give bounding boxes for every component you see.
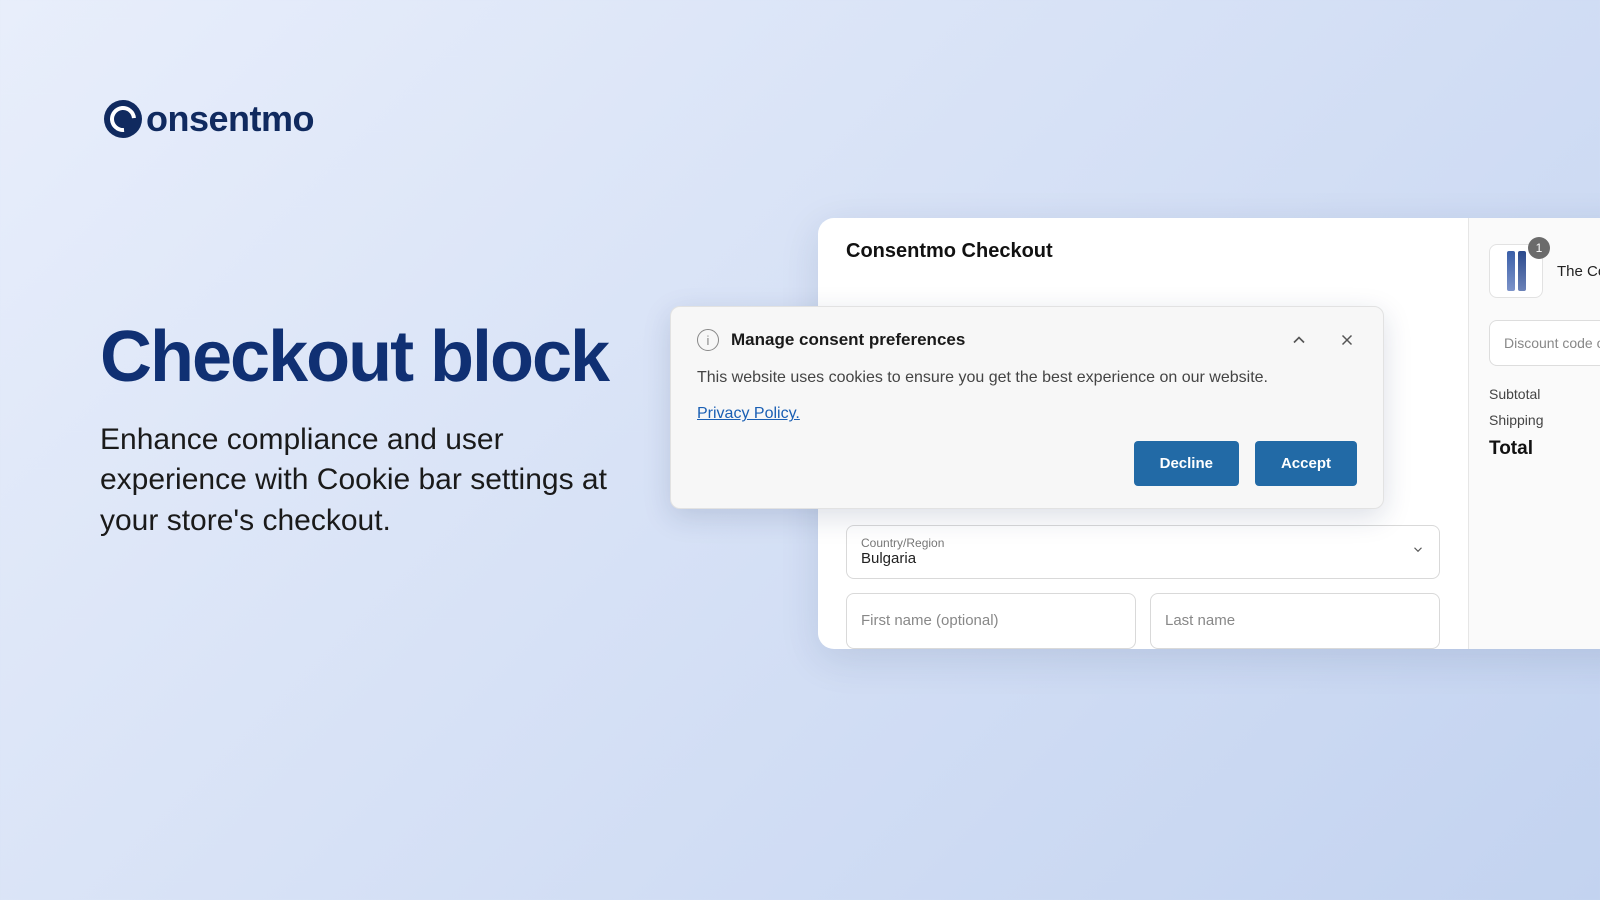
hero-copy: Checkout block Enhance compliance and us… xyxy=(100,320,640,541)
decline-button[interactable]: Decline xyxy=(1134,441,1239,486)
last-name-placeholder: Last name xyxy=(1165,612,1235,629)
product-thumbnail: 1 xyxy=(1489,244,1543,298)
first-name-placeholder: First name (optional) xyxy=(861,612,999,629)
collapse-button[interactable] xyxy=(1289,330,1309,350)
cart-qty-badge: 1 xyxy=(1528,237,1550,259)
accept-button[interactable]: Accept xyxy=(1255,441,1357,486)
close-button[interactable] xyxy=(1337,330,1357,350)
first-name-input[interactable]: First name (optional) xyxy=(846,593,1136,649)
total-row: Total xyxy=(1489,438,1600,460)
brand-name: onsentmo xyxy=(146,98,314,140)
order-summary: 1 The Collection S Discount code or gift… xyxy=(1468,218,1600,649)
last-name-input[interactable]: Last name xyxy=(1150,593,1440,649)
discount-code-input[interactable]: Discount code or gift card xyxy=(1489,320,1600,366)
privacy-policy-link[interactable]: Privacy Policy. xyxy=(697,405,800,423)
subtotal-label: Subtotal xyxy=(1489,386,1540,402)
checkout-title: Consentmo Checkout xyxy=(846,240,1440,263)
info-icon: i xyxy=(697,329,719,351)
consent-title: Manage consent preferences xyxy=(731,330,1277,350)
shipping-row: Shipping xyxy=(1489,412,1600,428)
country-label: Country/Region xyxy=(861,536,1425,550)
hero-subtitle: Enhance compliance and user experience w… xyxy=(100,420,640,542)
consent-bar: i Manage consent preferences This websit… xyxy=(670,306,1384,509)
hero-title: Checkout block xyxy=(100,320,640,396)
consent-body: This website uses cookies to ensure you … xyxy=(697,367,1357,389)
total-label: Total xyxy=(1489,438,1533,459)
subtotal-row: Subtotal xyxy=(1489,386,1600,402)
country-select[interactable]: Country/Region Bulgaria xyxy=(846,525,1440,579)
logo-mark-icon xyxy=(104,100,142,138)
brand-logo: onsentmo xyxy=(104,98,314,140)
product-name: The Collection S xyxy=(1557,263,1600,280)
chevron-down-icon xyxy=(1411,543,1425,562)
cart-item: 1 The Collection S xyxy=(1489,244,1600,298)
discount-placeholder: Discount code or gift card xyxy=(1504,335,1600,351)
country-value: Bulgaria xyxy=(861,550,916,567)
shipping-label: Shipping xyxy=(1489,412,1544,428)
